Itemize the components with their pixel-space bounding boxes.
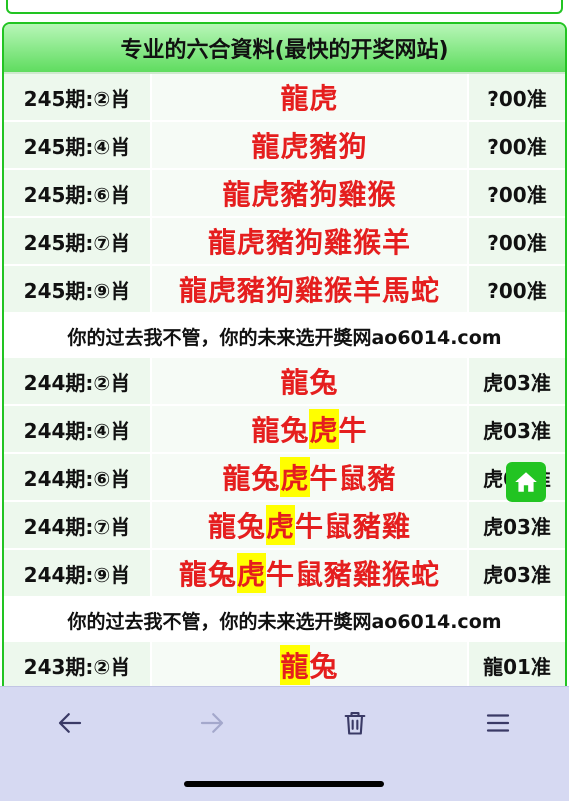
home-icon [515,472,537,492]
result-label: ?00准 [469,74,565,120]
zodiac-list: 龍兔虎牛鼠豬雞 [152,502,469,548]
result-label: 虎03准 [469,550,565,596]
zodiac-text: 龍兔 [207,510,266,543]
zodiac-list: 龍虎豬狗雞猴羊馬蛇 [152,266,469,312]
zodiac-text: 牛鼠豬 [309,462,397,495]
prediction-row: 244期:④肖 龍兔虎牛虎03准 [4,406,565,454]
prediction-list: 245期:②肖 龍虎 ?00准 245期:④肖 龍虎豬狗 ?00准 245期:⑥肖 龍虎豬狗雞… [4,74,565,690]
zodiac-text: 兔 [309,650,339,683]
prediction-row: 244期:⑨肖 龍兔虎牛鼠豬雞猴蛇 虎03准 [4,550,565,598]
prediction-row: 243期:②肖龍兔龍01准 [4,642,565,690]
zodiac-list: 龍兔 [152,642,469,688]
zodiac-list: 龍兔虎牛鼠豬雞猴蛇 [152,550,469,596]
zodiac-list: 龍兔虎牛鼠豬 [152,454,469,500]
zodiac-list: 龍虎豬狗 [152,122,469,168]
zodiac-list: 龍兔 [152,358,469,404]
result-label: 虎03准 [469,502,565,548]
zodiac-hit-highlight: 龍 [280,645,310,685]
prediction-row: 244期:⑦肖 龍兔虎牛鼠豬雞 虎03准 [4,502,565,550]
slogan-text: 你的过去我不管，你的未来选开奬网ao6014.com [67,610,502,633]
zodiac-text: 牛 [338,414,368,447]
period-label: 245期:⑨肖 [4,266,152,312]
prediction-row: 245期:⑥肖 龍虎豬狗雞猴 ?00准 [4,170,565,218]
zodiac-list: 龍虎豬狗雞猴羊 [152,218,469,264]
prediction-row: 244期:②肖 龍兔 虎03准 [4,358,565,406]
zodiac-text: 牛鼠豬雞 [295,510,412,543]
zodiac-text: 龍兔 [251,414,310,447]
period-label: 245期:⑥肖 [4,170,152,216]
slogan-row: 你的过去我不管，你的未来选开奬网ao6014.com [4,314,565,358]
result-label: ?00准 [469,122,565,168]
zodiac-list: 龍虎豬狗雞猴 [152,170,469,216]
trash-icon [344,712,366,735]
prediction-row: 245期:⑦肖 龍虎豬狗雞猴羊 ?00准 [4,218,565,266]
forward-button[interactable] [194,705,230,741]
prediction-row: 245期:②肖 龍虎 ?00准 [4,74,565,122]
panel-title: 专业的六合資料(最快的开奖网站) [120,38,449,63]
previous-panel-edge [6,0,563,14]
result-label: ?00准 [469,218,565,264]
zodiac-list: 龍虎 [152,74,469,120]
back-button[interactable] [52,705,88,741]
slogan-row: 你的过去我不管，你的未来选开奬网ao6014.com [4,598,565,642]
period-label: 243期:②肖 [4,642,152,688]
panel-header: 专业的六合資料(最快的开奖网站) [4,24,565,74]
zodiac-prediction-panel: 专业的六合資料(最快的开奖网站) 245期:②肖 龍虎 ?00准 245期:④肖 龍虎豬… [2,22,567,702]
period-label: 245期:⑦肖 [4,218,152,264]
home-button[interactable] [506,462,546,502]
arrow-right-icon [200,713,224,733]
menu-button[interactable] [480,705,516,741]
result-label: 虎03准 [469,406,565,452]
result-label: 虎03准 [469,358,565,404]
zodiac-text: 龍虎豬狗雞猴羊 [207,226,411,259]
period-label: 245期:②肖 [4,74,152,120]
zodiac-text: 龍虎豬狗雞猴羊馬蛇 [178,274,440,307]
zodiac-hit-highlight: 虎 [280,457,310,497]
slogan-text: 你的过去我不管，你的未来选开奬网ao6014.com [67,326,502,349]
home-indicator [184,781,384,787]
zodiac-text: 龍虎豬狗 [251,130,368,163]
zodiac-list: 龍兔虎牛 [152,406,469,452]
zodiac-text: 龍虎 [280,82,339,115]
period-label: 244期:②肖 [4,358,152,404]
result-label: ?00准 [469,170,565,216]
period-label: 244期:⑨肖 [4,550,152,596]
zodiac-text: 龍兔 [222,462,281,495]
zodiac-text: 牛鼠豬雞猴蛇 [266,558,441,591]
result-label: 龍01准 [469,642,565,688]
prediction-row: 245期:④肖 龍虎豬狗 ?00准 [4,122,565,170]
delete-button[interactable] [337,705,373,741]
arrow-left-icon [58,713,82,733]
period-label: 244期:⑥肖 [4,454,152,500]
prediction-row: 245期:⑨肖 龍虎豬狗雞猴羊馬蛇 ?00准 [4,266,565,314]
zodiac-text: 龍兔 [280,366,339,399]
result-label: ?00准 [469,266,565,312]
zodiac-hit-highlight: 虎 [309,409,339,449]
period-label: 244期:④肖 [4,406,152,452]
period-label: 244期:⑦肖 [4,502,152,548]
period-label: 245期:④肖 [4,122,152,168]
zodiac-hit-highlight: 虎 [236,553,266,593]
zodiac-text: 龍兔 [178,558,237,591]
prediction-row: 244期:⑥肖龍兔虎牛鼠豬虎03准 [4,454,565,502]
menu-icon [486,714,510,732]
zodiac-text: 龍虎豬狗雞猴 [222,178,397,211]
zodiac-hit-highlight: 虎 [265,505,295,545]
